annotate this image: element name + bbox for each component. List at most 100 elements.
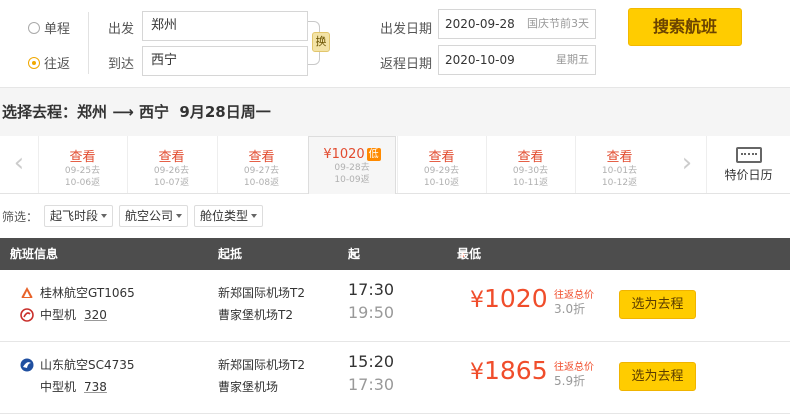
filter-option-label: 航空公司	[125, 209, 174, 223]
aircraft-size: 中型机	[40, 380, 77, 394]
lowest-price-badge: 低	[366, 148, 381, 161]
filter-option-label: 舱位类型	[200, 209, 249, 223]
depart-date-input[interactable]: 2020-09-28 国庆节前3天	[438, 9, 596, 39]
date-cell-return: 10-07返	[153, 178, 190, 188]
departure-airport: 新郑国际机场T2	[218, 358, 305, 372]
date-cell-return: 10-11返	[512, 178, 549, 188]
calendar-icon	[735, 147, 762, 163]
caret-down-icon	[251, 214, 258, 218]
date-cell-depart: 09-25去	[64, 166, 101, 176]
airline-flight-number[interactable]: 山东航空SC4735	[40, 356, 135, 373]
date-cell[interactable]: 查看 10-01去 10-12返	[575, 136, 663, 193]
date-cell-depart: 09-27去	[243, 166, 280, 176]
discount-label: 5.9折	[554, 374, 586, 388]
title-route: 郑州 ⟶ 西宁	[77, 103, 169, 121]
caret-down-icon	[176, 214, 183, 218]
round-trip-radio[interactable]: 往返	[28, 53, 70, 72]
to-label: 到达	[108, 57, 135, 72]
from-city-input[interactable]: 郑州	[142, 11, 308, 41]
round-trip-label: 往返	[44, 57, 71, 72]
one-way-radio[interactable]: 单程	[28, 18, 70, 37]
header-flight-info: 航班信息	[10, 247, 59, 261]
caret-down-icon	[101, 214, 108, 218]
departure-airport: 新郑国际机场T2	[218, 286, 305, 300]
header-times-sort[interactable]: 起抵时间	[348, 238, 360, 357]
departure-time: 15:20	[348, 352, 395, 371]
date-cell-price: 查看	[69, 150, 96, 165]
flight-row: 山东航空SC4735 中型机 738 新郑国际机场T2 曹家堡机场 15:20 1…	[0, 342, 790, 414]
filter-label: 筛选：	[2, 209, 39, 224]
date-cell-return: 10-09返	[334, 175, 370, 185]
prev-dates-chevron-icon[interactable]: ‹	[0, 136, 38, 193]
date-cell-depart: 10-01去	[601, 166, 638, 176]
aircraft-info: 中型机 320	[40, 306, 107, 323]
discount-label: 3.0折	[554, 302, 586, 316]
aircraft-model-link[interactable]: 320	[84, 308, 107, 322]
filter-option-label: 起飞时段	[50, 209, 99, 223]
round-trip-total-tag: 往返总价	[554, 290, 594, 301]
date-cell-price: 查看	[428, 150, 455, 165]
one-way-label: 单程	[44, 22, 71, 37]
flight-price: ¥1865	[470, 356, 548, 385]
flight-row: 桂林航空GT1065 中型机 320 新郑国际机场T2 曹家堡机场T2 17:30…	[0, 270, 790, 342]
airline-filter[interactable]: 航空公司	[119, 205, 189, 227]
date-cell[interactable]: 查看 09-26去 10-07返	[127, 136, 215, 193]
select-outbound-button[interactable]: 选为去程	[619, 290, 696, 319]
date-cell-depart: 09-29去	[423, 166, 460, 176]
date-cell-depart: 09-26去	[153, 166, 190, 176]
date-cell-depart: 09-28去	[334, 163, 370, 173]
cabin-class-filter[interactable]: 舱位类型	[194, 205, 264, 227]
date-cell-return: 10-06返	[64, 178, 101, 188]
radio-icon	[28, 21, 40, 34]
price-value: 1020	[484, 284, 548, 313]
header-price-sort[interactable]: 最低价格（不含税费）	[457, 238, 481, 389]
flight-table-header: 航班信息 起抵 起抵时间 最低价格（不含税费）	[0, 238, 790, 389]
from-label: 出发	[108, 22, 135, 37]
fare-calendar-button[interactable]: 特价日历	[706, 136, 790, 193]
swap-cities-button[interactable]: 换	[312, 32, 330, 52]
date-cell-price: 查看	[517, 150, 544, 165]
aircraft-brand-logo-icon	[20, 308, 34, 322]
date-cell-return: 10-10返	[423, 178, 460, 188]
next-dates-chevron-icon[interactable]: ›	[668, 136, 706, 193]
departure-time: 17:30	[348, 280, 395, 299]
arrival-time: 17:30	[348, 375, 395, 394]
shandong-airlines-logo-icon	[20, 358, 34, 372]
flight-price: ¥1020	[470, 284, 548, 313]
date-cell-depart: 09-30去	[512, 166, 549, 176]
return-date-label: 返程日期	[380, 57, 433, 72]
return-date-input[interactable]: 2020-10-09 星期五	[438, 45, 596, 75]
title-date: 9月28日周一	[179, 103, 271, 121]
date-cell-return: 10-12返	[601, 178, 638, 188]
date-cell-price: 查看	[158, 150, 185, 165]
depart-date-note: 国庆节前3天	[527, 17, 589, 30]
departure-time-filter[interactable]: 起飞时段	[44, 205, 114, 227]
currency-symbol: ¥	[470, 288, 484, 313]
arrival-airport: 曹家堡机场	[218, 380, 279, 394]
search-flights-button[interactable]: 搜索航班	[628, 8, 742, 46]
page-title: 选择去程：郑州 ⟶ 西宁 9月28日周一	[0, 88, 790, 136]
airline-flight-number[interactable]: 桂林航空GT1065	[40, 284, 135, 301]
title-prefix: 选择去程：	[2, 103, 78, 121]
guilin-airlines-logo-icon	[21, 287, 33, 298]
filter-bar: 筛选： 起飞时段 航空公司 舱位类型	[0, 194, 790, 238]
date-cell[interactable]: 查看 09-30去 10-11返	[486, 136, 574, 193]
header-airports: 起抵	[218, 247, 243, 261]
date-cell-return: 10-08返	[243, 178, 280, 188]
aircraft-info: 中型机 738	[40, 378, 107, 395]
select-outbound-button[interactable]: 选为去程	[619, 362, 696, 391]
arrival-airport: 曹家堡机场T2	[218, 308, 293, 322]
return-date-note: 星期五	[556, 53, 589, 66]
date-cell[interactable]: 查看 09-25去 10-06返	[38, 136, 126, 193]
aircraft-size: 中型机	[40, 308, 77, 322]
date-strip: ‹ 查看 09-25去 10-06返 查看 09-26去 10-07返 查看 0…	[0, 136, 790, 194]
date-cell-price: 查看	[248, 150, 275, 165]
date-cell-selected[interactable]: ¥1020 低 09-28去 10-09返	[308, 136, 396, 194]
date-cell-price: 查看	[606, 150, 633, 165]
to-city-input[interactable]: 西宁	[142, 46, 308, 76]
date-cell[interactable]: 查看 09-29去 10-10返	[397, 136, 485, 193]
date-cell[interactable]: 查看 09-27去 10-08返	[217, 136, 305, 193]
aircraft-model-link[interactable]: 738	[84, 380, 107, 394]
round-trip-total-tag: 往返总价	[554, 362, 594, 373]
search-panel: 单程 往返 出发 郑州 到达 西宁 换 出发日期 2020-09-28 国庆节前…	[0, 0, 790, 88]
